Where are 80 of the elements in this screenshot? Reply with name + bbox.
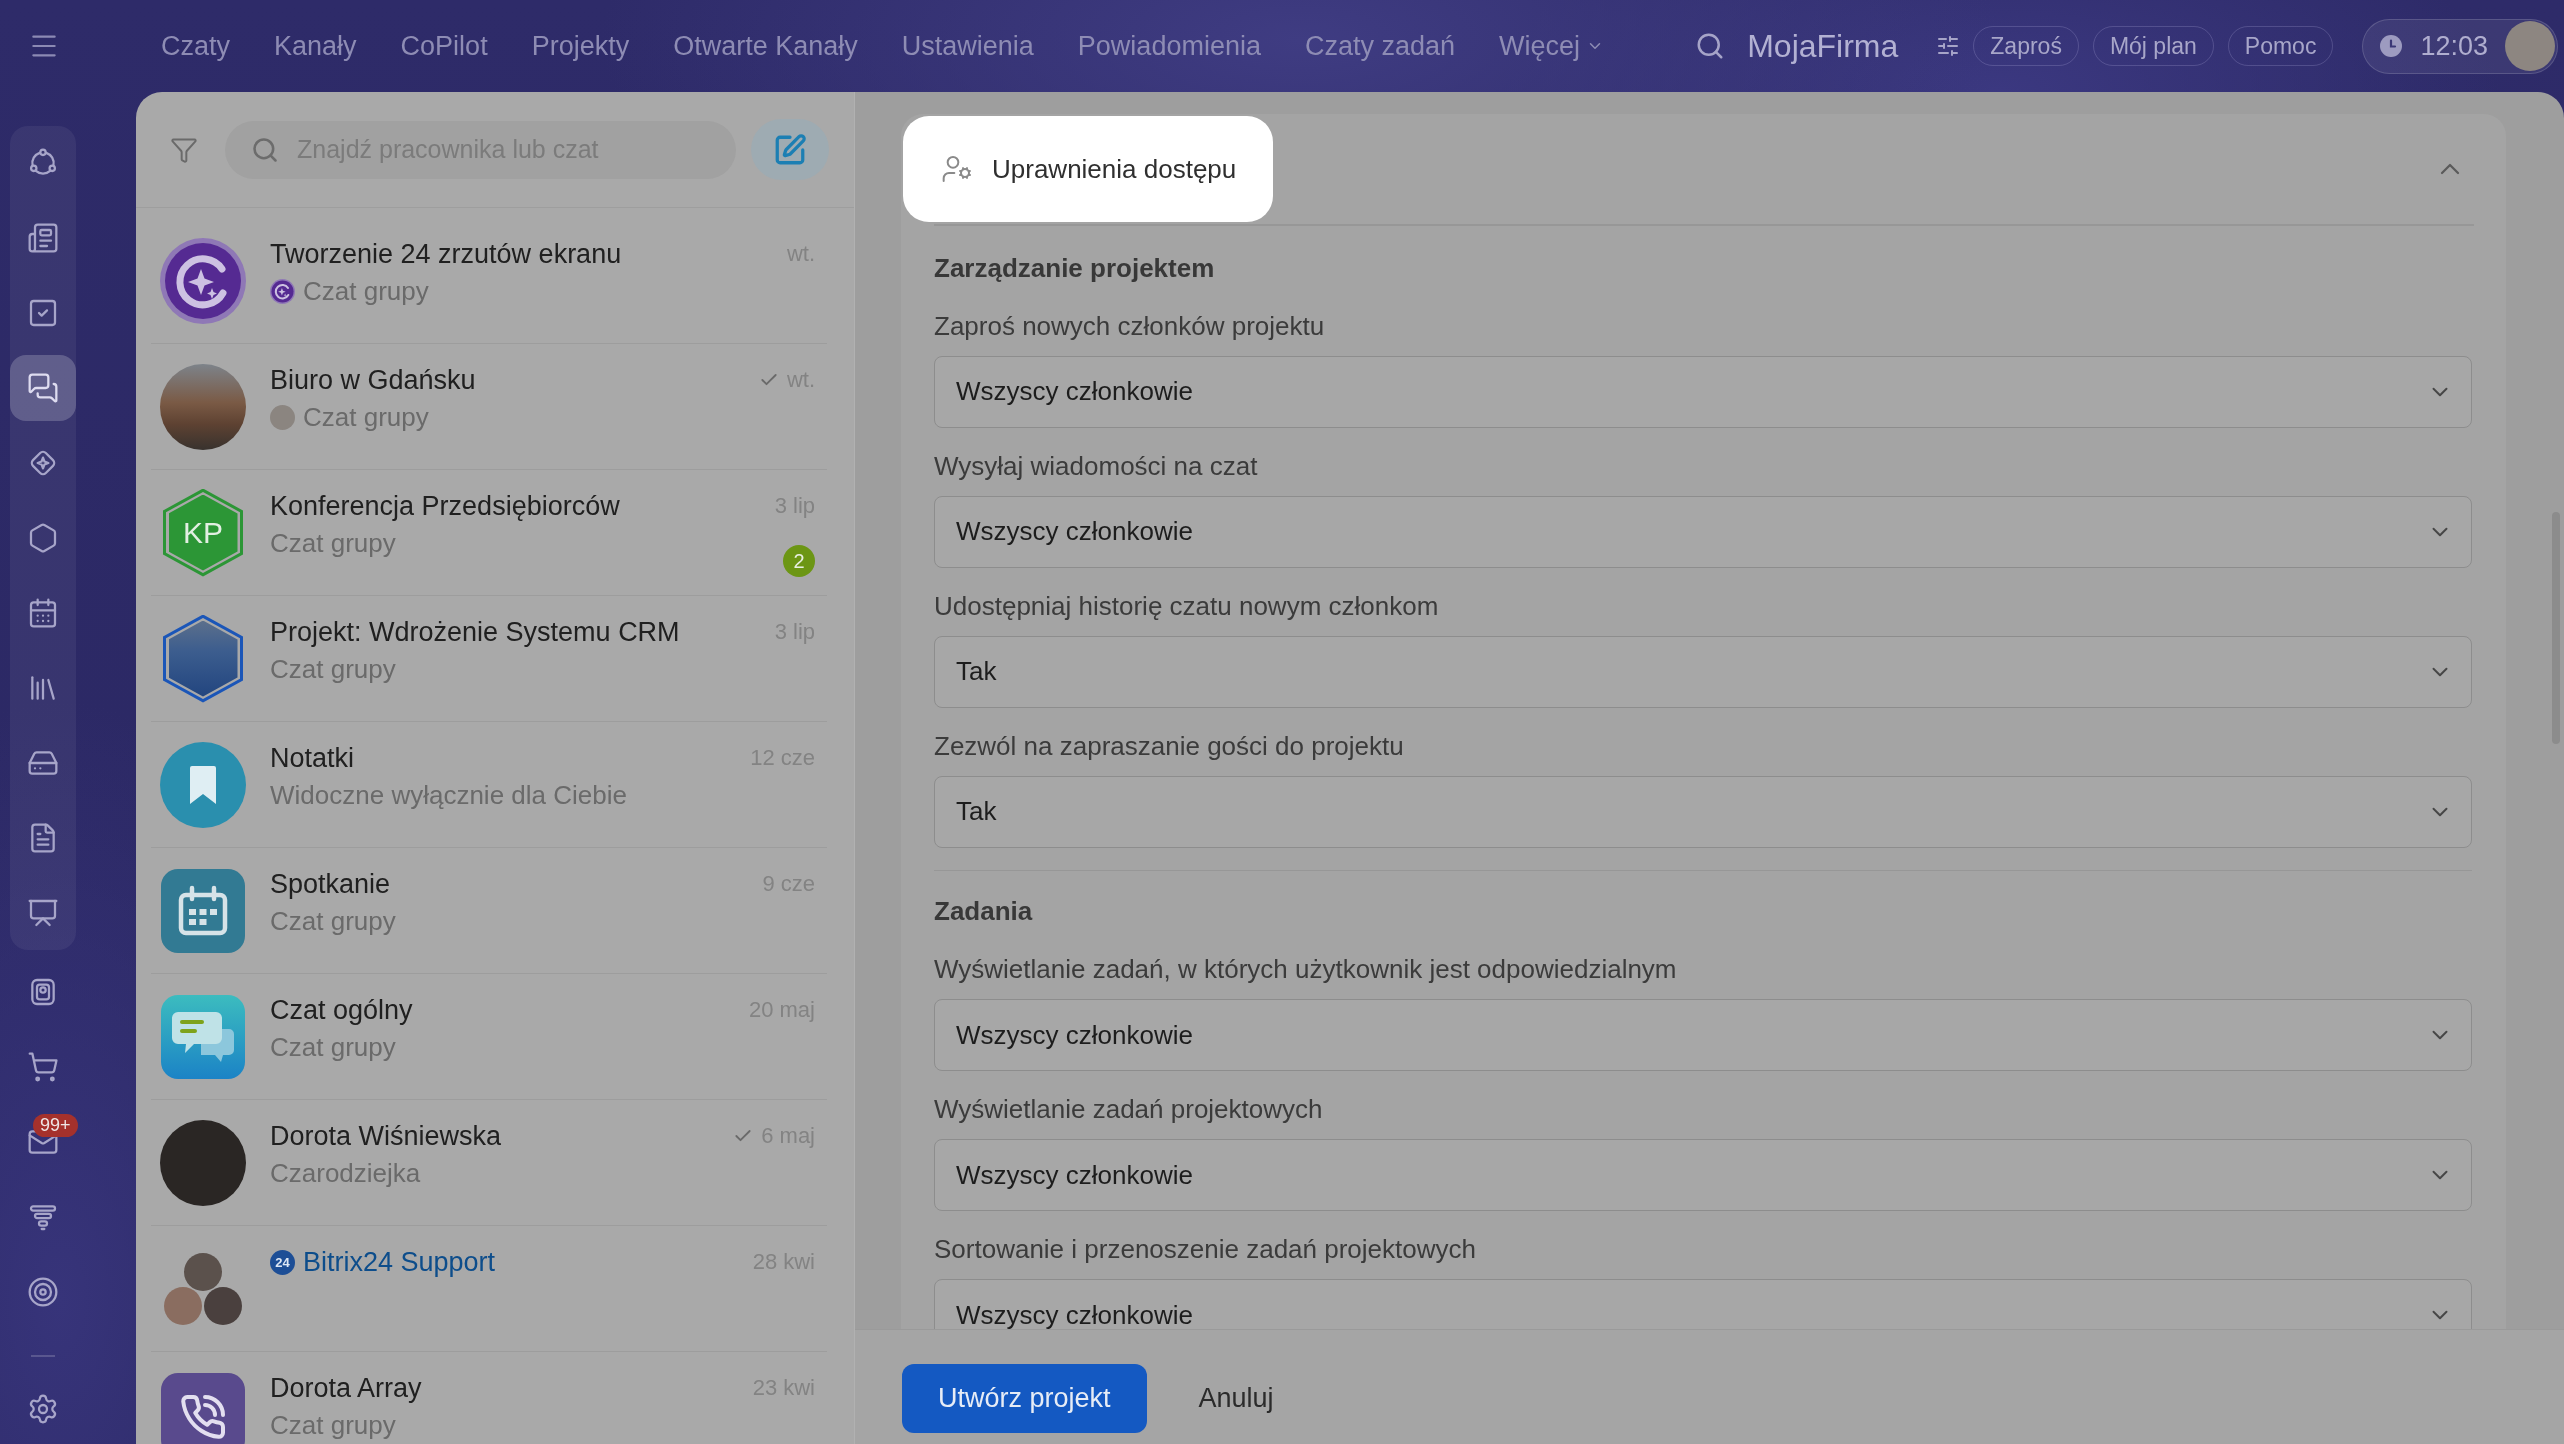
unread-count: 2 <box>783 545 815 577</box>
calendar-icon <box>161 868 245 953</box>
checkbox-icon <box>27 297 59 329</box>
avatar <box>204 1286 242 1325</box>
settings-icon <box>27 1392 59 1425</box>
clock-icon <box>2379 34 2404 58</box>
chat-title: Biuro w Gdańsku <box>270 364 476 396</box>
nav-link[interactable]: Ustawienia <box>901 30 1034 62</box>
section-heading: Zadania <box>934 896 1034 926</box>
chat-subtitle: Widoczne wyłącznie dla Ciebie <box>270 779 627 812</box>
bookmark-icon <box>160 741 246 828</box>
nav-link[interactable]: Otwarte Kanały <box>673 30 858 62</box>
field-label: Wyświetlanie zadań projektowych <box>934 1093 1324 1125</box>
avatar <box>270 404 295 430</box>
calendar-icon <box>27 597 59 629</box>
user-gear-icon <box>941 153 973 185</box>
nav-link[interactable]: CoPilot <box>400 30 488 62</box>
field-label: Zaproś nowych członków projektu <box>934 309 1326 342</box>
target-icon <box>27 1276 59 1308</box>
sidebar-button[interactable] <box>10 355 76 421</box>
company-name: MojaFirma <box>1747 27 1899 65</box>
chat-title: Spotkanie <box>270 868 391 900</box>
chat-subtitle: Czat grupy <box>270 1409 396 1442</box>
chat-subtitle: Czat grupy <box>270 527 396 560</box>
newspaper-icon <box>27 222 59 254</box>
chat-title: Konferencja Przedsiębiorców <box>270 490 620 522</box>
select-field[interactable]: Wszyscy członkowie <box>934 1279 2472 1329</box>
chat-subtitle: Czat grupy <box>303 401 429 434</box>
nav-link[interactable]: Projekty <box>531 30 630 62</box>
select-field[interactable]: Wszyscy członkowie <box>934 495 2472 568</box>
chat-subtitle: Czat grupy <box>270 905 396 938</box>
field-label: Wyświetlanie zadań, w których użytkownik jest odpowiedzialnym <box>934 953 1678 985</box>
select-field[interactable]: Tak <box>934 775 2472 848</box>
chat-title: Dorota Array <box>270 1372 422 1404</box>
sidebar-button[interactable]: 99+ <box>10 1109 76 1175</box>
avatar <box>164 1286 202 1325</box>
avatar <box>184 1252 222 1291</box>
chat-title: Dorota Wiśniewska <box>270 1120 502 1152</box>
chat-subtitle: Czat grupy <box>270 653 396 686</box>
field-label: Sortowanie i przenoszenie zadań projektowych <box>934 1233 1477 1265</box>
chat-icon <box>27 372 59 404</box>
nav-link[interactable]: Kanały <box>274 30 357 62</box>
chat-subtitle: Czat grupy <box>270 1031 396 1064</box>
chat-title: Czat ogólny <box>270 994 413 1026</box>
cart-icon <box>27 1051 59 1083</box>
chat-title: Tworzenie 24 zrzutów ekranu <box>270 238 622 270</box>
field-label: Wysyłaj wiadomości na czat <box>934 449 1259 482</box>
chat-subtitle: Czarodziejka <box>270 1157 421 1190</box>
chat-subtitle: Czat grupy <box>303 275 429 308</box>
field-label: Udostępniaj historię czatu nowym członkom <box>934 589 1440 622</box>
chat-bubbles-icon <box>161 994 245 1079</box>
chat-title: Projekt: Wdrożenie Systemu CRM <box>270 616 680 648</box>
presentation-icon <box>27 897 59 929</box>
avatar[interactable] <box>2505 21 2555 71</box>
more-menu-button[interactable]: Więcej <box>1499 30 1605 62</box>
cancel-button[interactable]: Anuluj <box>1198 1364 1274 1433</box>
clock-widget[interactable]: 12:03 <box>2362 18 2558 74</box>
select-field[interactable]: Wszyscy członkowie <box>934 355 2472 428</box>
number-badge: 24 <box>270 1249 295 1275</box>
chat-title: Notatki <box>270 742 355 774</box>
nav-link[interactable]: Powiadomienia <box>1077 30 1261 62</box>
section-heading: Zarządzanie projektem <box>934 252 1216 283</box>
select-field[interactable]: Wszyscy członkowie <box>934 999 2472 1071</box>
star-circle-icon <box>160 237 246 324</box>
star-circle-icon <box>270 278 295 304</box>
sliders-icon[interactable] <box>1936 34 1961 58</box>
create-button[interactable]: Utwórz projekt <box>902 1364 1147 1433</box>
notification-badge: 99+ <box>33 1114 78 1137</box>
nav-link[interactable]: Czaty <box>161 30 231 62</box>
search-icon <box>251 135 279 164</box>
initials-avatar: KP <box>163 488 243 577</box>
select-field[interactable]: Tak <box>934 635 2472 708</box>
select-field[interactable]: Wszyscy członkowie <box>934 1139 2472 1211</box>
chat-title: Bitrix24 Support <box>303 1246 496 1278</box>
nav-link[interactable]: Czaty zadań <box>1304 30 1456 62</box>
hexagon-icon <box>27 522 59 554</box>
phone-icon <box>161 1372 245 1444</box>
compose-icon <box>773 132 807 167</box>
field-label: Zezwól na zapraszanie gości do projektu <box>934 729 1405 762</box>
section-tab[interactable]: Uprawnienia dostępu <box>903 116 1274 222</box>
